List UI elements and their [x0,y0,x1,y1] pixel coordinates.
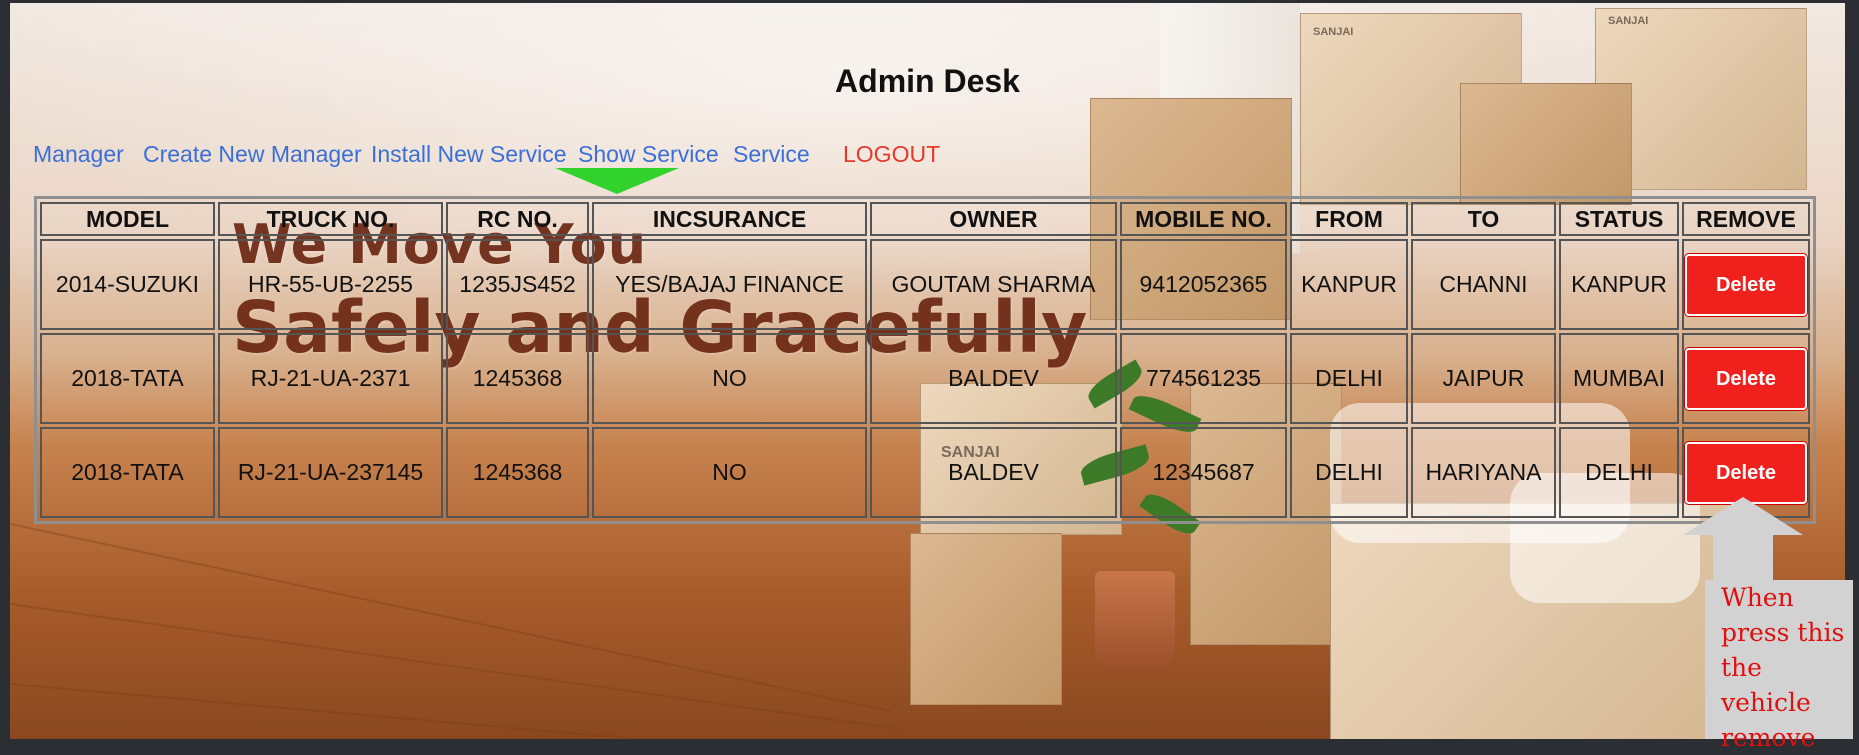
column-header-insurance: INCSURANCE [592,202,867,236]
cell-status: MUMBAI [1559,333,1679,424]
floor-plank-line [10,603,902,731]
cell-insurance: NO [592,333,867,424]
delete-button[interactable]: Delete [1685,441,1807,504]
cell-mobile-no: 9412052365 [1120,239,1287,330]
cell-owner: BALDEV [870,333,1117,424]
cell-model: 2014-SUZUKI [40,239,215,330]
nav-link-create-new-manager[interactable]: Create New Manager [143,141,362,168]
annotation-line: remove [1721,723,1816,752]
annotation-line: When [1721,583,1794,612]
cell-from: DELHI [1290,333,1408,424]
cell-mobile-no: 12345687 [1120,427,1287,518]
nav-link-logout[interactable]: LOGOUT [843,141,940,168]
column-header-remove: REMOVE [1682,202,1810,236]
cell-rc-no: 1235JS452 [446,239,589,330]
app-screen: SANJAI SANJAI SANJAI We Move You Safely … [10,3,1845,739]
service-table: MODEL TRUCK NO. RC NO. INCSURANCE OWNER … [34,196,1816,524]
cell-insurance: YES/BAJAJ FINANCE [592,239,867,330]
cell-to: CHANNI [1411,239,1556,330]
cell-remove: Delete [1682,333,1810,424]
column-header-status: STATUS [1559,202,1679,236]
cell-truck-no: RJ-21-UA-2371 [218,333,443,424]
cell-mobile-no: 774561235 [1120,333,1287,424]
column-header-owner: OWNER [870,202,1117,236]
delete-button[interactable]: Delete [1685,347,1807,410]
table-row: 2018-TATA RJ-21-UA-2371 1245368 NO BALDE… [40,333,1810,424]
cell-rc-no: 1245368 [446,427,589,518]
plant-pot [1095,571,1175,671]
page-title: Admin Desk [835,63,1020,99]
cell-owner: GOUTAM SHARMA [870,239,1117,330]
box-brand-label: SANJAI [1313,26,1354,38]
nav-link-service[interactable]: Service [733,141,810,168]
annotation-up-arrow [1683,497,1803,535]
delete-button[interactable]: Delete [1685,253,1807,316]
table-row: 2018-TATA RJ-21-UA-237145 1245368 NO BAL… [40,427,1810,518]
background-box [1460,83,1632,205]
cell-owner: BALDEV [870,427,1117,518]
column-header-rc-no: RC NO. [446,202,589,236]
cell-truck-no: RJ-21-UA-237145 [218,427,443,518]
floor-plank-line [10,523,891,713]
annotation-line: press this [1721,618,1845,647]
annotation-note: When press this the vehicle remove [1705,580,1853,752]
box-brand-label: SANJAI [1608,15,1649,27]
column-header-mobile-no: MOBILE NO. [1120,202,1287,236]
cell-model: 2018-TATA [40,333,215,424]
cell-insurance: NO [592,427,867,518]
annotation-arrow-stem [1713,534,1773,582]
cell-model: 2018-TATA [40,427,215,518]
column-header-from: FROM [1290,202,1408,236]
cell-truck-no: HR-55-UB-2255 [218,239,443,330]
annotation-line: the vehicle [1721,653,1811,717]
column-header-model: MODEL [40,202,215,236]
table-header-row: MODEL TRUCK NO. RC NO. INCSURANCE OWNER … [40,202,1810,236]
cell-rc-no: 1245368 [446,333,589,424]
cell-from: KANPUR [1290,239,1408,330]
nav-link-manager[interactable]: Manager [33,141,124,168]
nav-link-show-service[interactable]: Show Service [578,141,719,168]
cell-status: DELHI [1559,427,1679,518]
column-header-to: TO [1411,202,1556,236]
nav-link-install-new-service[interactable]: Install New Service [371,141,567,168]
cell-status: KANPUR [1559,239,1679,330]
cell-from: DELHI [1290,427,1408,518]
cell-to: HARIYANA [1411,427,1556,518]
table-row: 2014-SUZUKI HR-55-UB-2255 1235JS452 YES/… [40,239,1810,330]
column-header-truck-no: TRUCK NO. [218,202,443,236]
cell-remove: Delete [1682,239,1810,330]
pointer-arrow [555,168,679,194]
cell-to: JAIPUR [1411,333,1556,424]
background-box [910,533,1062,705]
